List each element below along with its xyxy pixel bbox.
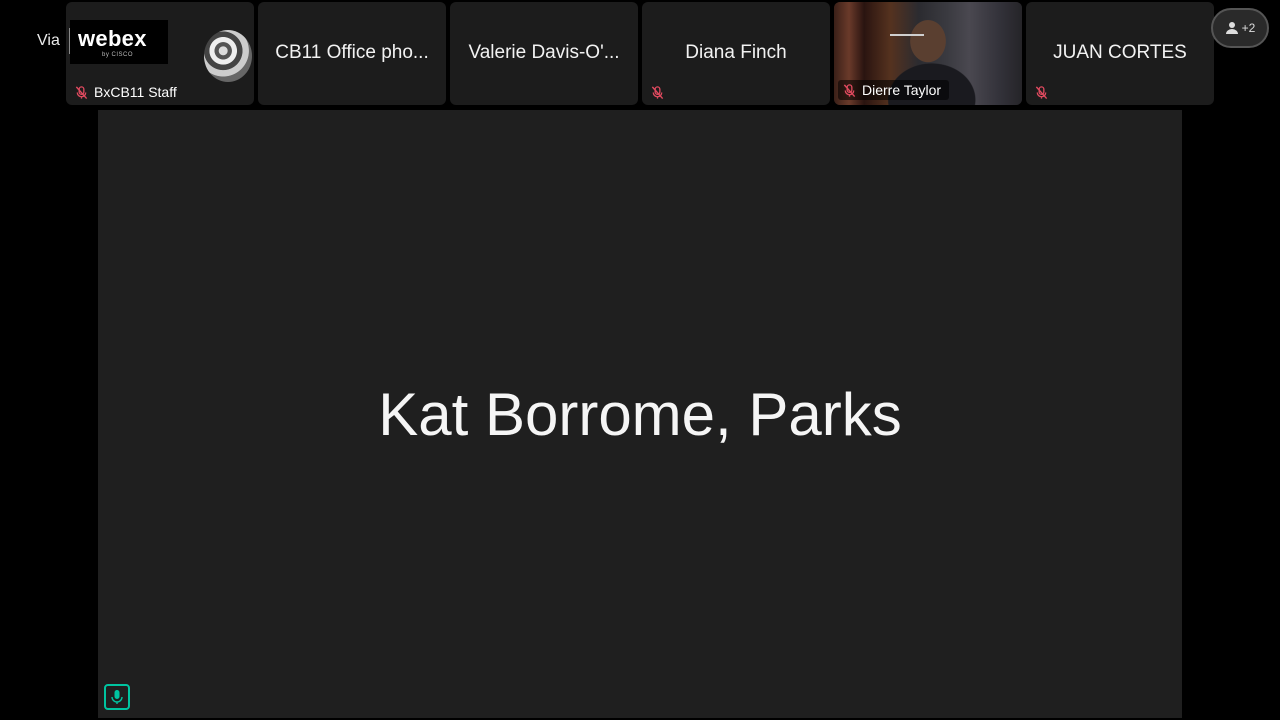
participant-footer: BxCB11 Staff — [74, 84, 177, 100]
person-icon — [1225, 22, 1238, 34]
more-participants-button[interactable]: +2 — [1211, 8, 1269, 48]
webex-logo: webex by CISCO — [70, 20, 168, 64]
participant-name: JUAN CORTES — [1053, 42, 1187, 63]
participant-tile-valerie[interactable]: Valerie Davis-O'... — [450, 2, 638, 105]
participant-tile-dierre-taylor[interactable]: Dierre Taylor — [834, 2, 1022, 105]
active-speaker-indicator — [104, 684, 130, 710]
brand-name: webex — [78, 26, 147, 51]
participant-name: BxCB11 Staff — [94, 84, 177, 100]
more-participants-count: +2 — [1241, 21, 1256, 35]
mic-muted-icon — [843, 83, 856, 97]
via-label: Via — [37, 32, 60, 49]
participant-tile-diana-finch[interactable]: Diana Finch — [642, 2, 830, 105]
participant-name: Diana Finch — [685, 42, 787, 63]
mic-icon — [111, 690, 123, 704]
participant-footer: Dierre Taylor — [838, 80, 950, 100]
participant-footer — [1034, 85, 1049, 100]
video-detail — [890, 34, 924, 44]
participant-name: Dierre Taylor — [862, 82, 942, 98]
active-speaker-stage: Kat Borrome, Parks — [98, 110, 1182, 718]
brand-sub: by CISCO — [102, 52, 134, 58]
mic-muted-icon — [1035, 86, 1048, 100]
active-speaker-name: Kat Borrome, Parks — [378, 381, 902, 448]
mic-muted-icon — [651, 86, 664, 100]
meeting-window: BxCB11 Staff Via webex by CISCO CB11 Off… — [0, 0, 1280, 720]
participant-tile-juan-cortes[interactable]: JUAN CORTES — [1026, 2, 1214, 105]
participant-name: CB11 Office pho... — [275, 42, 429, 63]
avatar — [204, 30, 252, 82]
participant-footer — [650, 85, 665, 100]
participant-name: Valerie Davis-O'... — [468, 42, 620, 63]
participant-tile-cb11-office[interactable]: CB11 Office pho... — [258, 2, 446, 105]
mic-muted-icon — [75, 85, 88, 99]
